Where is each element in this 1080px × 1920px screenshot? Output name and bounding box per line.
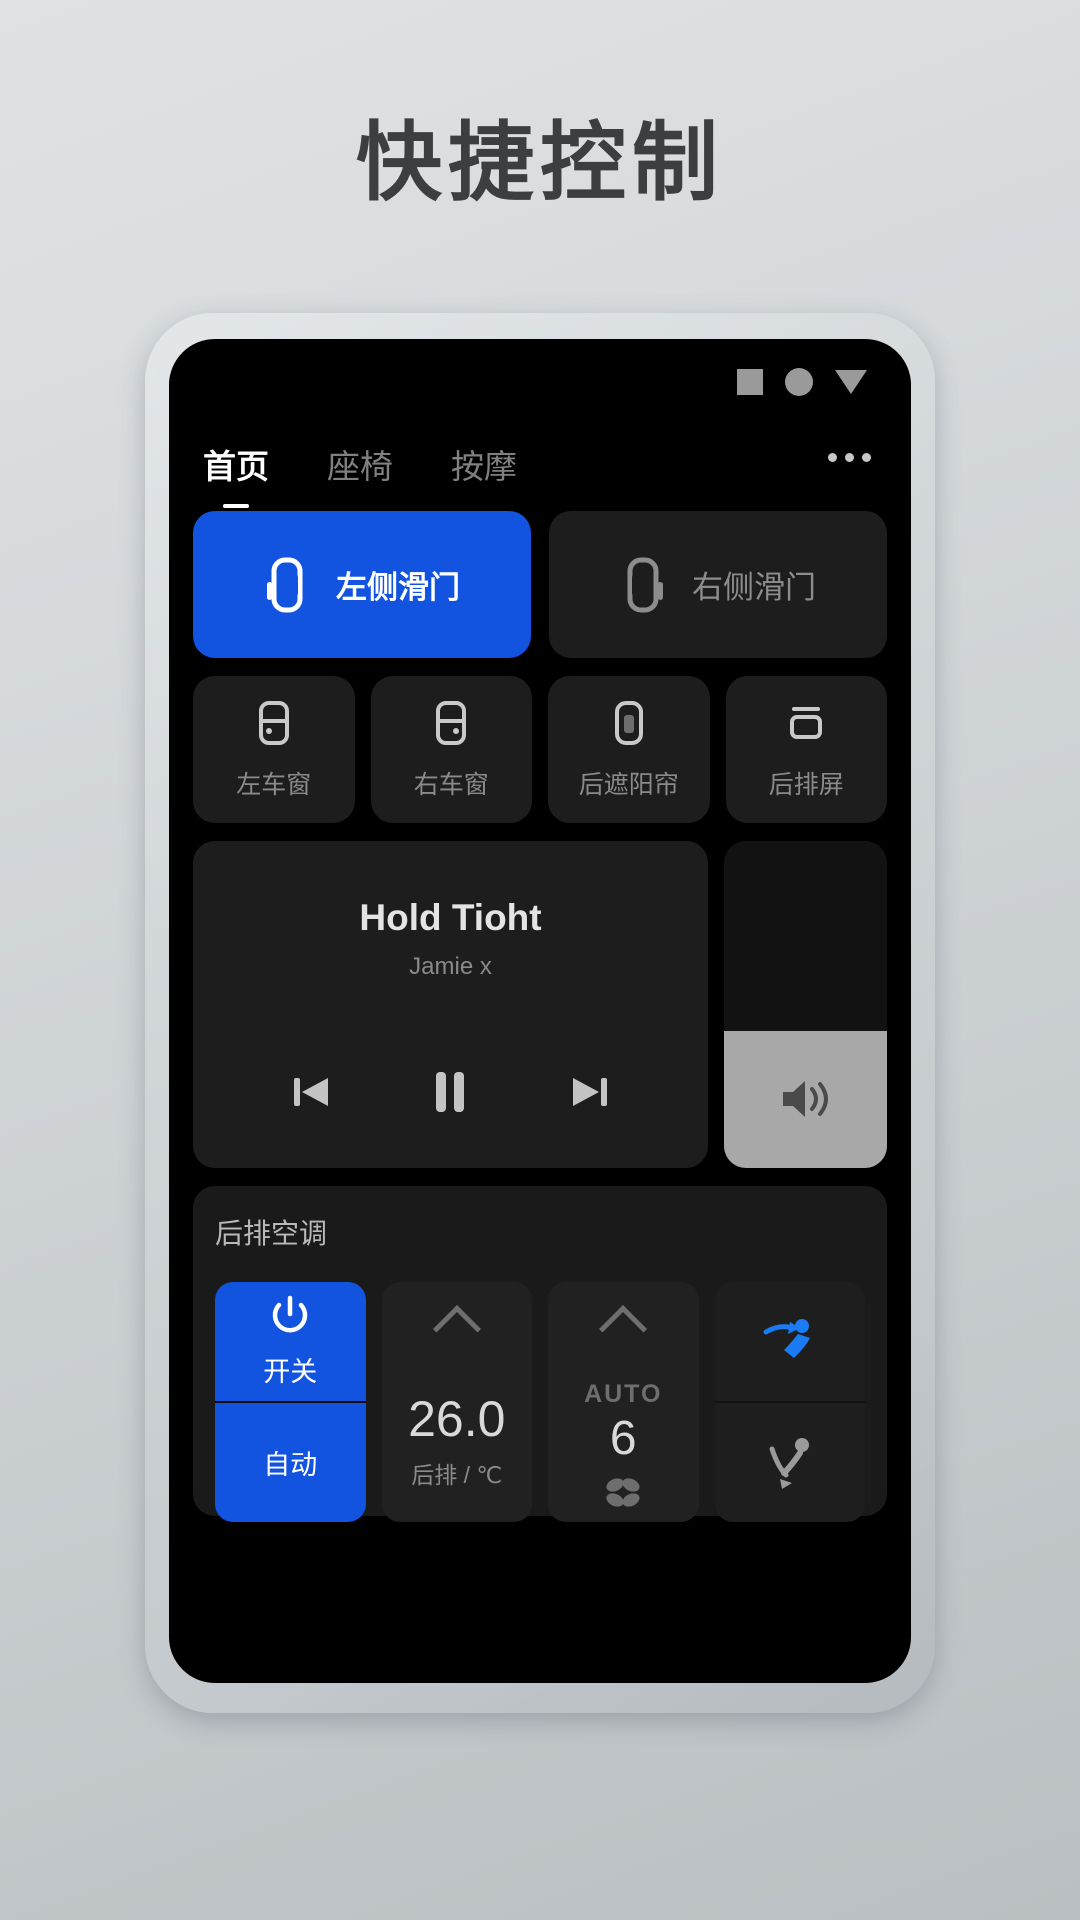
- volume-slider[interactable]: [724, 841, 887, 1168]
- left-sliding-door-button[interactable]: 左侧滑门: [193, 511, 531, 658]
- right-window-label: 右车窗: [413, 770, 489, 799]
- ac-auto-button[interactable]: 自动: [215, 1401, 366, 1522]
- more-options-button[interactable]: [828, 453, 871, 462]
- tab-home[interactable]: 首页: [203, 440, 269, 494]
- track-title: Hold Tioht: [359, 897, 542, 938]
- ac-fan-stepper[interactable]: AUTO 6: [548, 1282, 699, 1522]
- rear-sunshade-icon: [607, 699, 651, 747]
- ac-fan-mode-label: AUTO: [584, 1380, 663, 1408]
- rear-sunshade-button[interactable]: 后遮阳帘: [548, 676, 710, 823]
- tab-massage[interactable]: 按摩: [451, 440, 517, 494]
- tab-bar: 首页 座椅 按摩: [169, 427, 911, 507]
- speaker-icon: [777, 1075, 835, 1123]
- rear-screen-icon: [782, 699, 830, 747]
- phone-screen: 首页 座椅 按摩 左侧滑门 右侧滑门 左车窗 右车窗 后遮阳帘 后排屏 Hold…: [169, 339, 911, 1683]
- ac-auto-label: 自动: [263, 1450, 318, 1480]
- rear-screen-button[interactable]: 后排屏: [725, 676, 887, 823]
- left-window-icon: [252, 699, 296, 747]
- media-controls: [193, 1066, 708, 1118]
- chevron-up-icon[interactable]: [599, 1304, 648, 1354]
- pause-icon[interactable]: [427, 1066, 473, 1118]
- right-window-button[interactable]: 右车窗: [370, 676, 532, 823]
- airflow-feet-icon: [758, 1435, 822, 1491]
- left-window-label: 左车窗: [236, 770, 312, 799]
- rear-screen-label: 后排屏: [768, 770, 844, 799]
- rear-ac-card: 后排空调 开关 自动 26.0 后排 / ℃ AUTO 6: [193, 1186, 887, 1522]
- fan-icon: [601, 1473, 645, 1513]
- left-sliding-door-label: 左侧滑门: [336, 570, 460, 605]
- right-window-icon: [429, 699, 473, 747]
- volume-fill: [724, 1030, 887, 1168]
- power-icon: [268, 1294, 312, 1338]
- tab-seat[interactable]: 座椅: [327, 440, 393, 494]
- ac-power-label: 开关: [263, 1357, 318, 1387]
- left-window-button[interactable]: 左车窗: [193, 676, 355, 823]
- ac-fan-value: 6: [609, 1412, 637, 1465]
- ac-controls-row: 开关 自动 26.0 后排 / ℃ AUTO 6: [215, 1282, 865, 1522]
- square-icon: [737, 369, 763, 395]
- ac-temperature-value: 26.0: [408, 1391, 506, 1447]
- dot-icon: [845, 453, 854, 462]
- ac-power-auto-column: 开关 自动: [215, 1282, 366, 1522]
- page-title: 快捷控制: [356, 115, 724, 211]
- track-artist: Jamie x: [409, 953, 492, 980]
- circle-icon: [785, 368, 813, 396]
- right-sliding-door-label: 右侧滑门: [692, 570, 816, 605]
- sliding-door-row: 左侧滑门 右侧滑门: [193, 511, 887, 658]
- ac-power-button[interactable]: 开关: [215, 1282, 366, 1401]
- skip-next-icon[interactable]: [563, 1070, 613, 1114]
- media-row: Hold Tioht Jamie x: [193, 841, 887, 1168]
- triangle-down-icon: [835, 370, 867, 394]
- dot-icon: [828, 453, 837, 462]
- chevron-up-icon[interactable]: [432, 1304, 481, 1354]
- airflow-face-button[interactable]: [715, 1282, 866, 1401]
- right-sliding-door-icon: [620, 556, 666, 614]
- left-sliding-door-icon: [264, 556, 310, 614]
- airflow-feet-button[interactable]: [714, 1401, 865, 1522]
- phone-frame: 首页 座椅 按摩 左侧滑门 右侧滑门 左车窗 右车窗 后遮阳帘 后排屏 Hold…: [145, 313, 935, 1713]
- skip-previous-icon[interactable]: [288, 1070, 338, 1114]
- ac-airflow-column: [714, 1282, 866, 1522]
- status-bar: [169, 339, 911, 425]
- content-area: 左侧滑门 右侧滑门 左车窗 右车窗 后遮阳帘 后排屏 Hold Tioht Ja…: [169, 511, 911, 1683]
- airflow-face-icon: [758, 1314, 822, 1370]
- ac-temperature-sublabel: 后排 / ℃: [411, 1462, 503, 1488]
- rear-sunshade-label: 后遮阳帘: [578, 770, 679, 799]
- rear-ac-title: 后排空调: [215, 1218, 328, 1249]
- window-controls-row: 左车窗 右车窗 后遮阳帘 后排屏: [193, 676, 887, 823]
- dot-icon: [862, 453, 871, 462]
- right-sliding-door-button[interactable]: 右侧滑门: [549, 511, 887, 658]
- media-player-card: Hold Tioht Jamie x: [193, 841, 708, 1168]
- ac-temperature-stepper[interactable]: 26.0 后排 / ℃: [381, 1282, 532, 1522]
